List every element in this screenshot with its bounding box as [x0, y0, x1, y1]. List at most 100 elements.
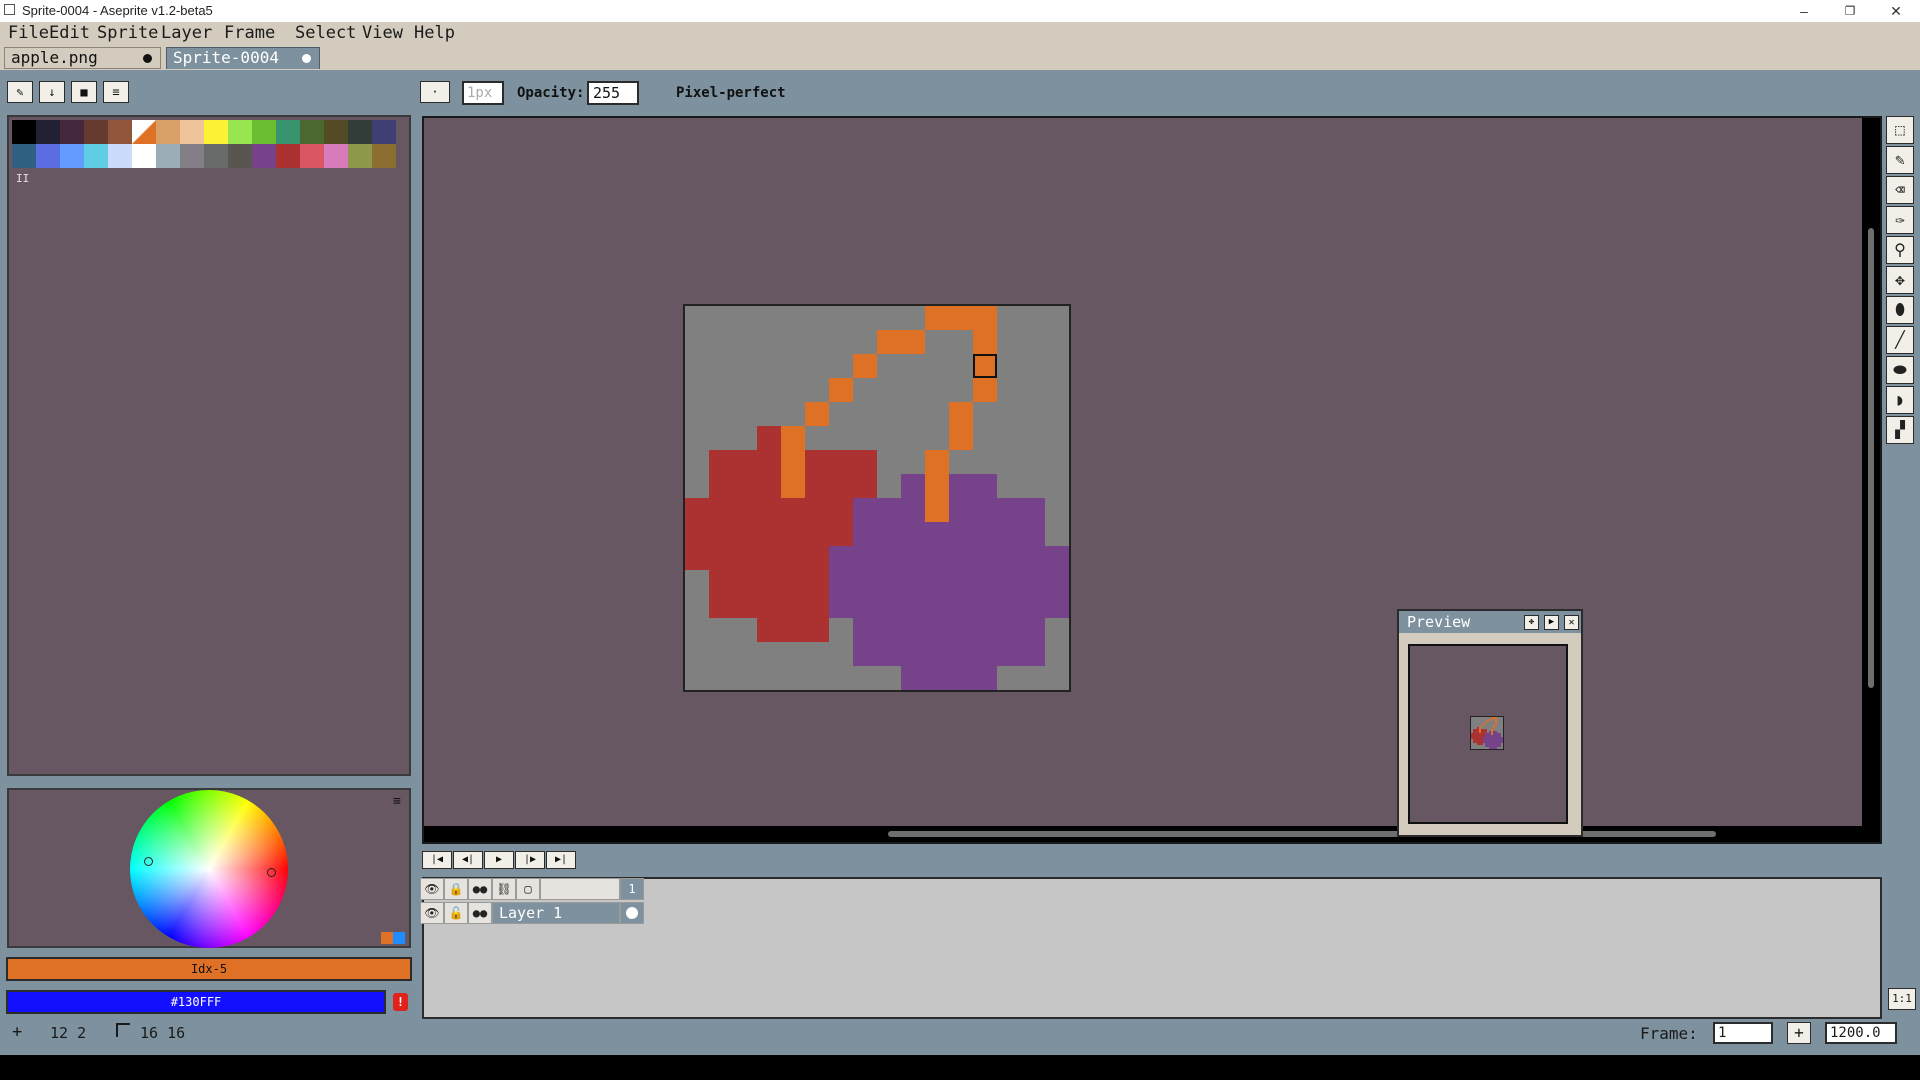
tab-apple-png[interactable]: apple.png — [4, 47, 161, 69]
eyedropper-tool-button[interactable]: ✑ — [1886, 206, 1914, 234]
sprite-pixel — [973, 570, 997, 594]
tab-sprite-0004[interactable]: Sprite-0004 — [166, 47, 320, 69]
layer-continuous-icon[interactable]: ●● — [468, 902, 492, 924]
palette-swatch[interactable] — [180, 120, 204, 144]
frame-header[interactable]: 1 — [620, 878, 644, 900]
cel-1-1[interactable] — [620, 902, 644, 924]
palette-swatch[interactable] — [108, 120, 132, 144]
palette-swatch[interactable] — [204, 144, 228, 168]
pixel-perfect-toggle[interactable]: Pixel-perfect — [676, 85, 786, 101]
palette-swatch[interactable] — [60, 144, 84, 168]
last-frame-button[interactable]: ▶| — [546, 851, 576, 869]
foreground-color-button[interactable]: Idx-5 — [6, 957, 412, 981]
sort-palette-button[interactable]: ↓ — [39, 81, 65, 103]
previous-frame-button[interactable]: ◀| — [453, 851, 483, 869]
warning-icon[interactable]: ! — [393, 993, 408, 1011]
visibility-header-icon[interactable]: 👁 — [420, 878, 444, 900]
palette-swatch[interactable] — [12, 144, 36, 168]
brush-type-button[interactable]: · — [420, 81, 450, 103]
lock-header-icon[interactable]: 🔒 — [444, 878, 468, 900]
palette-swatch[interactable] — [324, 144, 348, 168]
minimize-button[interactable]: – — [1784, 0, 1824, 22]
palette-swatch[interactable] — [372, 144, 396, 168]
opacity-input[interactable]: 255 — [587, 81, 639, 105]
palette-options-button[interactable]: ≡ — [103, 81, 129, 103]
palette-swatch[interactable] — [156, 144, 180, 168]
horizontal-scrollbar-thumb[interactable] — [888, 831, 1716, 837]
menu-edit[interactable]: Edit — [49, 23, 90, 43]
palette-swatch[interactable] — [228, 144, 252, 168]
restore-button[interactable]: ❐ — [1830, 0, 1870, 22]
palette-swatch[interactable] — [276, 120, 300, 144]
continuous-header-icon[interactable]: ▢ — [516, 878, 540, 900]
move-tool-button[interactable]: ✥ — [1886, 266, 1914, 294]
palette-swatch[interactable] — [300, 144, 324, 168]
menu-sprite[interactable]: Sprite — [97, 23, 158, 43]
menu-help[interactable]: Help — [414, 23, 455, 43]
onion-skin-header-icon[interactable]: ●● — [468, 878, 492, 900]
menu-layer[interactable]: Layer — [161, 23, 212, 43]
menu-view[interactable]: View — [362, 23, 403, 43]
line-tool-button[interactable]: ╱ — [1886, 326, 1914, 354]
palette-swatch[interactable] — [12, 120, 36, 144]
palette-swatch[interactable] — [180, 144, 204, 168]
palette-swatch[interactable] — [108, 144, 132, 168]
close-window-button[interactable]: ✕ — [1876, 0, 1916, 22]
vertical-scrollbar-thumb[interactable] — [1868, 228, 1874, 688]
preview-viewport[interactable] — [1408, 644, 1568, 824]
next-frame-button[interactable]: |▶ — [515, 851, 545, 869]
link-cels-header-icon[interactable]: ⛓ — [492, 878, 516, 900]
palette-swatch[interactable] — [372, 120, 396, 144]
frame-input[interactable]: 1 — [1713, 1022, 1773, 1044]
eraser-tool-button[interactable]: ⌫ — [1886, 176, 1914, 204]
layer-lock-icon[interactable]: 🔓 — [444, 902, 468, 924]
palette-swatch[interactable] — [60, 120, 84, 144]
palette-swatch[interactable] — [348, 120, 372, 144]
background-color-button[interactable]: #130FFF — [6, 990, 386, 1014]
play-animation-button[interactable]: ▶ — [484, 851, 514, 869]
color-wheel-menu-icon[interactable]: ≡ — [393, 794, 401, 809]
blur-tool-button[interactable]: ▞ — [1886, 416, 1914, 444]
menu-select[interactable]: Select — [295, 23, 356, 43]
zoom-reset-button[interactable]: 1:1 — [1888, 988, 1916, 1010]
sprite-pixel — [997, 642, 1021, 666]
palette-swatch[interactable] — [300, 120, 324, 144]
rectangular-marquee-tool-button[interactable]: ⬚ — [1886, 116, 1914, 144]
palette-swatch[interactable] — [228, 120, 252, 144]
palette-swatch[interactable] — [324, 120, 348, 144]
add-frame-button[interactable]: + — [1787, 1022, 1811, 1044]
layer-name[interactable]: Layer 1 — [492, 902, 620, 924]
contour-tool-button[interactable]: ◗ — [1886, 386, 1914, 414]
palette-swatch[interactable] — [252, 120, 276, 144]
palette-swatch[interactable] — [84, 144, 108, 168]
pencil-tool-button[interactable]: ✎ — [1886, 146, 1914, 174]
palette-swatch[interactable] — [156, 120, 180, 144]
menu-frame[interactable]: Frame — [224, 23, 275, 43]
preview-center-icon[interactable]: ✥ — [1524, 615, 1539, 630]
ellipse-tool-button[interactable]: ⬬ — [1886, 356, 1914, 384]
menu-file[interactable]: File — [8, 23, 49, 43]
preview-play-icon[interactable]: ▶ — [1544, 615, 1559, 630]
sprite-canvas[interactable] — [683, 304, 1071, 692]
palette-swatch[interactable] — [36, 120, 60, 144]
zoom-tool-button[interactable]: ⚲ — [1886, 236, 1914, 264]
palette-swatch[interactable] — [348, 144, 372, 168]
palette-swatch[interactable] — [276, 144, 300, 168]
layer-visibility-icon[interactable]: 👁 — [420, 902, 444, 924]
palette-swatch[interactable] — [132, 144, 156, 168]
paint-bucket-tool-button[interactable]: ⬮ — [1886, 296, 1914, 324]
palette-swatch[interactable] — [84, 120, 108, 144]
canvas-area[interactable] — [422, 116, 1882, 844]
palette-presets-button[interactable]: ■ — [71, 81, 97, 103]
palette-swatch[interactable] — [204, 120, 228, 144]
preview-close-icon[interactable]: ✕ — [1564, 615, 1579, 630]
first-frame-button[interactable]: |◀ — [422, 851, 452, 869]
palette-swatch-selected[interactable] — [132, 120, 156, 144]
brush-size-input[interactable]: 1px — [462, 81, 504, 105]
color-wheel[interactable] — [130, 790, 288, 948]
zoom-input[interactable]: 1200.0 — [1825, 1022, 1897, 1044]
palette-swatch[interactable] — [252, 144, 276, 168]
edit-palette-button[interactable]: ✎ — [7, 81, 33, 103]
sprite-pixel — [1021, 546, 1045, 570]
palette-swatch[interactable] — [36, 144, 60, 168]
